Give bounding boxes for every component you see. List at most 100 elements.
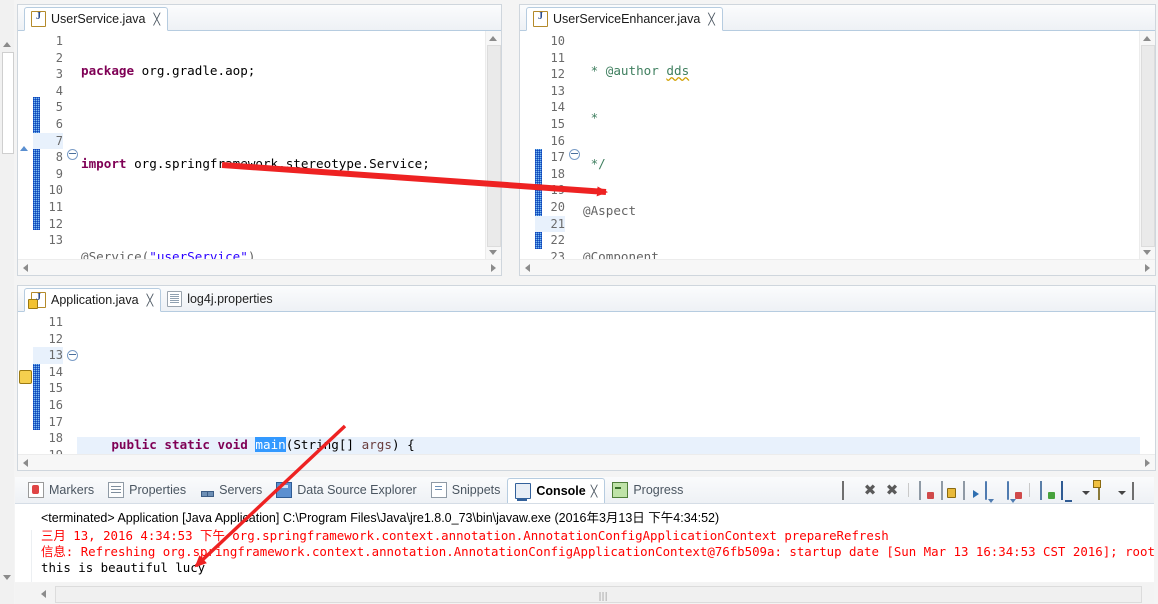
show-console-on-output-button[interactable] <box>983 481 999 500</box>
scroll-down-arrow-icon[interactable] <box>1143 250 1151 255</box>
scrollbar-thumb[interactable] <box>487 45 501 247</box>
folding-ruler[interactable] <box>65 31 78 275</box>
close-icon[interactable]: ╳ <box>708 14 715 25</box>
console-line: 信息: Refreshing org.springframework.conte… <box>41 544 1154 559</box>
tab-label: UserService.java <box>51 12 146 26</box>
tab-progress[interactable]: Progress <box>605 478 690 502</box>
code-area-user-service-enhancer[interactable]: 10 11 12 13 14 15 16 17 18 19 20 21 22 2… <box>520 31 1155 275</box>
editor-vertical-scrollbar[interactable] <box>485 31 501 275</box>
console-left-rail <box>15 530 32 582</box>
console-horizontal-scrollbar[interactable]: ||| <box>15 583 1154 604</box>
editor-horizontal-scrollbar[interactable] <box>18 259 501 275</box>
tab-user-service-enhancer-java[interactable]: UserServiceEnhancer.java ╳ <box>526 7 723 31</box>
pin-console-button[interactable] <box>1038 481 1055 500</box>
editor-vertical-scrollbar[interactable] <box>1140 312 1155 470</box>
tab-label: log4j.properties <box>187 292 273 306</box>
editor-horizontal-scrollbar[interactable] <box>520 259 1155 275</box>
tab-snippets[interactable]: Snippets <box>424 478 508 502</box>
line-number: 20 <box>550 199 565 214</box>
editor-horizontal-scrollbar[interactable] <box>18 454 1155 470</box>
scroll-left-arrow-icon[interactable] <box>23 264 28 272</box>
properties-file-icon <box>167 291 183 307</box>
tab-label: Markers <box>49 483 95 497</box>
tab-properties[interactable]: Properties <box>101 478 193 502</box>
console-line: 三月 13, 2016 4:34:53 下午 org.springframewo… <box>41 528 889 543</box>
minimize-button[interactable] <box>1132 482 1148 500</box>
editor-vertical-scrollbar[interactable] <box>1139 31 1155 275</box>
quick-fix-warning-icon[interactable] <box>19 370 32 384</box>
scroll-left-arrow-icon[interactable] <box>23 459 28 467</box>
console-icon <box>515 483 532 501</box>
tab-application-java[interactable]: Application.java ╳ <box>24 288 162 312</box>
code-line: package org.gradle.aop; <box>81 63 256 78</box>
scrollbar-thumb[interactable] <box>2 52 14 154</box>
clear-console-button[interactable] <box>917 481 934 500</box>
annotation-ruler[interactable] <box>18 31 33 275</box>
scroll-up-arrow-icon[interactable] <box>489 36 497 41</box>
remove-all-terminated-launches-button[interactable]: ✖ <box>884 482 900 498</box>
toolbar-separator <box>1029 483 1030 497</box>
folding-ruler[interactable] <box>65 312 78 470</box>
line-number: 22 <box>550 233 565 248</box>
line-number: 17 <box>48 414 63 429</box>
line-number: 15 <box>48 381 63 396</box>
tab-label: Snippets <box>451 483 501 497</box>
remove-launch-button[interactable]: ✖ <box>862 482 878 498</box>
annotation-ruler[interactable] <box>520 31 535 275</box>
scroll-up-arrow-icon[interactable] <box>3 42 11 47</box>
scroll-down-arrow-icon[interactable] <box>489 250 497 255</box>
tab-user-service-java[interactable]: UserService.java ╳ <box>24 7 169 31</box>
console-output[interactable]: <terminated> Application [Java Applicati… <box>15 503 1154 582</box>
line-number: 13 <box>550 83 565 98</box>
source-text-user-service[interactable]: package org.gradle.aop; import org.sprin… <box>77 31 485 275</box>
code-area-application[interactable]: 11 12 13 14 15 16 17 18 19 public static <box>18 312 1155 470</box>
tab-console[interactable]: Console ╳ <box>507 478 606 504</box>
line-number: 3 <box>55 67 63 82</box>
close-icon[interactable]: ╳ <box>147 295 154 306</box>
source-text-user-service-enhancer[interactable]: * @author dds * */ @Aspect @Component pu… <box>579 31 1139 275</box>
display-selected-console-menu[interactable] <box>1082 491 1090 495</box>
line-number: 16 <box>550 133 565 148</box>
terminate-button[interactable] <box>840 481 856 500</box>
display-selected-console-button[interactable] <box>1060 481 1076 500</box>
workbench-vertical-scrollbar[interactable] <box>0 0 14 604</box>
editor-tabbar-top-right: UserServiceEnhancer.java ╳ <box>520 5 1155 31</box>
line-number: 14 <box>550 100 565 115</box>
scroll-left-arrow-icon[interactable] <box>525 264 530 272</box>
tab-label: Properties <box>129 483 187 497</box>
tab-markers[interactable]: Markers <box>21 478 101 502</box>
collapse-marker-icon[interactable] <box>20 146 28 151</box>
line-number: 18 <box>550 166 565 181</box>
scrollbar-grip-icon: ||| <box>598 592 608 602</box>
java-file-icon <box>533 11 548 27</box>
line-number: 4 <box>55 83 63 98</box>
view-tabbar: Markers Properties Servers Data Source E… <box>15 477 1154 504</box>
close-icon[interactable]: ╳ <box>591 485 598 498</box>
scroll-down-arrow-icon[interactable] <box>3 575 11 580</box>
scrollbar-track[interactable]: ||| <box>55 586 1142 603</box>
scroll-right-arrow-icon[interactable] <box>491 264 496 272</box>
line-number: 12 <box>48 216 63 231</box>
line-number: 13 <box>48 233 63 248</box>
scroll-lock-button[interactable] <box>939 481 956 500</box>
scroll-left-arrow-icon[interactable] <box>41 590 46 598</box>
word-wrap-button[interactable] <box>961 481 979 500</box>
tab-log4j-properties[interactable]: log4j.properties <box>161 287 279 311</box>
tab-label: Console <box>536 484 586 498</box>
launch-configuration-label: <terminated> Application [Java Applicati… <box>41 511 720 525</box>
tab-servers[interactable]: Servers <box>193 478 269 502</box>
annotation-ruler[interactable] <box>18 312 33 470</box>
close-icon[interactable]: ╳ <box>153 14 160 25</box>
show-console-on-error-button[interactable] <box>1005 481 1022 500</box>
source-text-application[interactable]: public static void main(String[] args) {… <box>77 312 1140 470</box>
code-area-user-service[interactable]: 1 2 3 4 5 6 7 8 9 10 11 12 13 package or… <box>18 31 501 275</box>
folding-ruler[interactable] <box>567 31 580 275</box>
tab-data-source-explorer[interactable]: Data Source Explorer <box>269 478 424 502</box>
scroll-right-arrow-icon[interactable] <box>1145 459 1150 467</box>
scroll-up-arrow-icon[interactable] <box>1143 36 1151 41</box>
open-console-menu[interactable] <box>1118 491 1126 495</box>
open-console-button[interactable] <box>1096 481 1112 500</box>
scrollbar-thumb[interactable] <box>1141 45 1155 247</box>
scroll-right-arrow-icon[interactable] <box>1145 264 1150 272</box>
